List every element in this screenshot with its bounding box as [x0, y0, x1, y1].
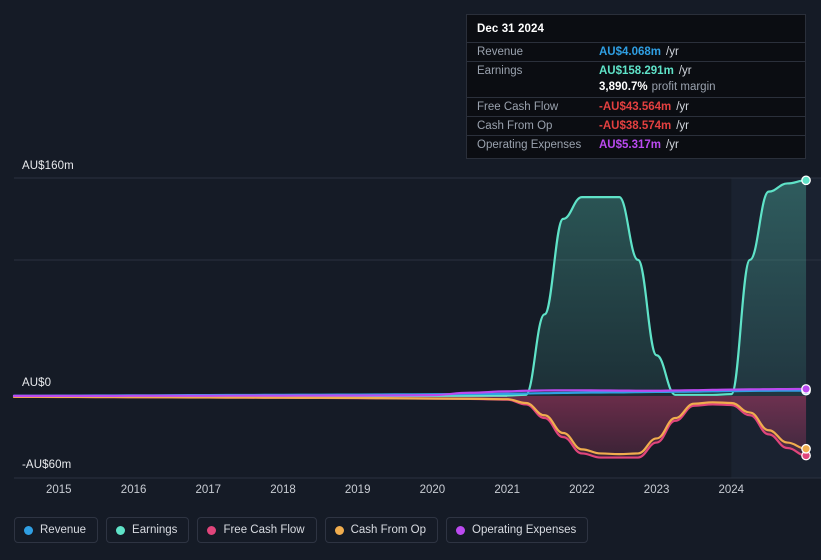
tooltip-row: Cash From Op -AU$38.574m/yr: [467, 116, 805, 135]
x-axis-tick-2015: 2015: [46, 484, 72, 496]
y-axis-label-zero: AU$0: [22, 377, 52, 389]
legend-color-dot-icon: [207, 525, 217, 535]
tooltip-row-unit: /yr: [678, 65, 692, 77]
tooltip-row-label: Free Cash Flow: [477, 101, 559, 113]
tooltip-row: Free Cash Flow -AU$43.564m/yr: [467, 97, 805, 116]
legend-item-label: Earnings: [132, 524, 178, 536]
tooltip-row: Operating Expenses AU$5.317m/yr: [467, 135, 805, 154]
x-axis-tick-2021: 2021: [494, 484, 520, 496]
series-lines: [12, 179, 808, 459]
x-axis-tick-2024: 2024: [718, 484, 745, 496]
x-axis-tick-2022: 2022: [569, 484, 595, 496]
financial-chart-widget: AU$160m AU$0 -AU$60m 2015 2016 2017 2018 201…: [0, 0, 821, 560]
tooltip-row-value: -AU$38.574m: [599, 120, 672, 132]
tooltip-row-value: -AU$43.564m: [599, 101, 672, 113]
end-marker-earnings: [801, 175, 811, 186]
tooltip-date-title: Dec 31 2024: [477, 23, 544, 35]
x-axis-tick-2017: 2017: [195, 484, 222, 496]
tooltip-row-unit: /yr: [666, 46, 679, 58]
legend-item-revenue[interactable]: Revenue: [14, 517, 99, 543]
legend-color-dot-icon: [116, 525, 126, 535]
tooltip-row: Revenue AU$4.068m/yr: [467, 42, 805, 61]
legend-item-label: Operating Expenses: [472, 524, 577, 536]
legend-item-earnings[interactable]: Earnings: [106, 517, 190, 543]
legend-item-label: Cash From Op: [350, 524, 427, 536]
tooltip-rows: Revenue AU$4.068m/yr Earnings AU$158.291m/y…: [467, 42, 805, 154]
legend-item-cash-from-op[interactable]: Cash From Op: [324, 517, 439, 543]
legend-color-dot-icon: [456, 525, 466, 535]
gridlines: [14, 177, 821, 479]
end-marker-operating-expenses: [801, 384, 811, 394]
tooltip-row: Earnings AU$158.291m/yr: [467, 61, 805, 80]
tooltip-row-unit: /yr: [676, 120, 690, 132]
legend-item-label: Revenue: [40, 524, 87, 536]
tooltip-margin-label: profit margin: [651, 81, 716, 93]
tooltip-row-value: AU$5.317m: [599, 139, 662, 151]
tooltip-row-label: Cash From Op: [477, 120, 553, 132]
x-axis-tick-2023: 2023: [643, 484, 670, 496]
tooltip-row-label: Operating Expenses: [477, 139, 582, 151]
x-axis-tick-2016: 2016: [120, 484, 147, 496]
tooltip-row-unit: /yr: [666, 139, 679, 151]
legend-item-free-cash-flow[interactable]: Free Cash Flow: [197, 517, 317, 543]
tooltip-row-label: Earnings: [477, 65, 523, 77]
chart-legend[interactable]: Revenue Earnings Free Cash Flow Cash From O…: [14, 517, 589, 543]
chart-tooltip: Dec 31 2024 Revenue AU$4.068m/yr Earnings A…: [466, 14, 806, 159]
x-axis: 2015 2016 2017 2018 2019 2020 2021 2022 2023 2024: [0, 484, 821, 500]
end-marker-cash-from-op: [801, 443, 811, 454]
series-areas: [14, 180, 807, 458]
legend-item-operating-expenses[interactable]: Operating Expenses: [446, 517, 589, 543]
tooltip-row-value: AU$158.291m: [599, 65, 674, 77]
legend-color-dot-icon: [334, 525, 344, 535]
y-axis-label-top: AU$160m: [22, 160, 74, 172]
y-axis-label-bottom: -AU$60m: [22, 459, 72, 471]
tooltip-profit-margin-row: 3,890.7% profit margin: [467, 80, 805, 97]
tooltip-margin-value: 3,890.7%: [599, 81, 648, 93]
tooltip-row-label: Revenue: [477, 46, 524, 58]
series-line-earnings: [12, 179, 808, 398]
tooltip-row-value: AU$4.068m: [599, 46, 662, 58]
legend-item-label: Free Cash Flow: [223, 524, 305, 536]
x-axis-tick-2019: 2019: [344, 484, 371, 496]
tooltip-row-unit: /yr: [676, 101, 690, 113]
x-axis-tick-2020: 2020: [419, 484, 446, 496]
legend-color-dot-icon: [24, 525, 33, 535]
x-axis-tick-2018: 2018: [270, 484, 296, 496]
